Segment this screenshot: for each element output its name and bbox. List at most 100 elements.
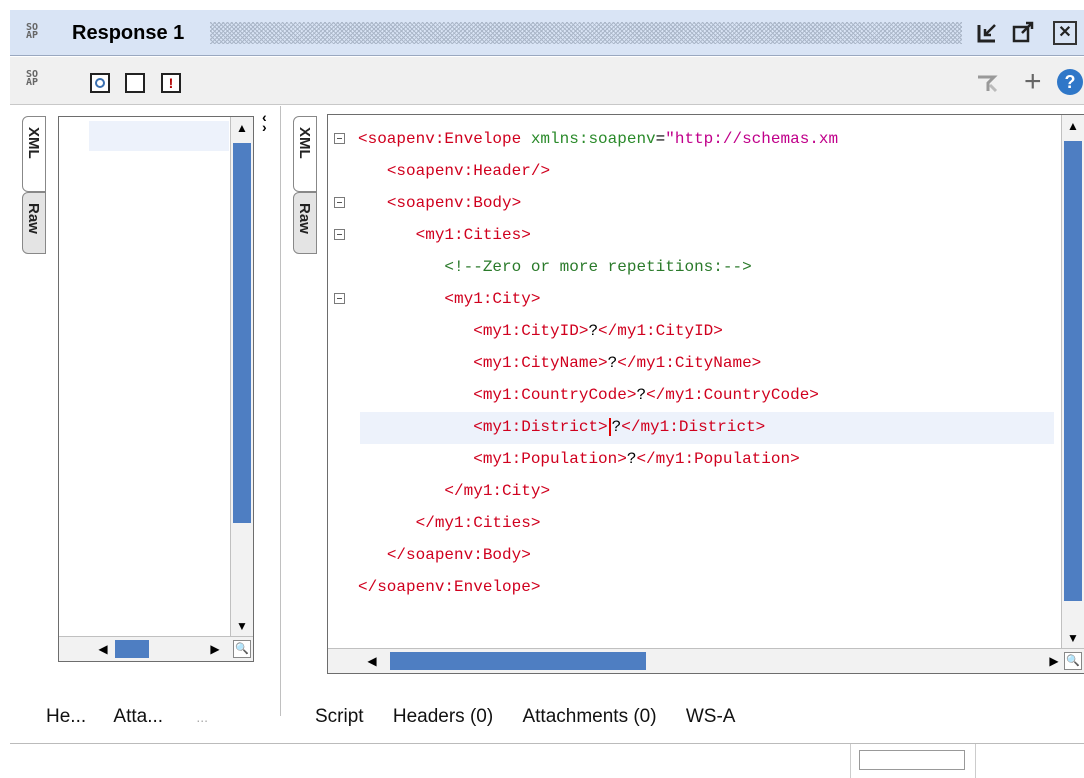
tab-raw[interactable]: Raw — [293, 192, 317, 254]
code-line[interactable]: <my1:Population>?</my1:Population> — [358, 443, 838, 475]
status-field — [850, 744, 976, 778]
tab-attachments[interactable]: Attachments (0) — [522, 706, 656, 727]
code-token-tag: <my1:Cities> — [415, 226, 531, 244]
help-icon[interactable]: ? — [1057, 69, 1083, 95]
code-token-tag: <soapenv:Body> — [386, 194, 522, 212]
code-token-txt: ? — [636, 386, 647, 404]
status-bar — [10, 743, 1084, 778]
tool-icon[interactable] — [976, 75, 998, 98]
code-token-attr: xmlns:soapenv — [530, 130, 656, 148]
checkbox-icon[interactable] — [125, 73, 145, 93]
horizontal-scrollbar[interactable]: ◀ ▶ 🔍 — [59, 636, 253, 661]
scroll-thumb[interactable] — [1064, 141, 1082, 601]
scroll-thumb[interactable] — [233, 143, 251, 523]
code-line[interactable]: <my1:Cities> — [358, 219, 838, 251]
scroll-thumb[interactable] — [115, 640, 149, 658]
tab-more[interactable]: ... — [196, 709, 208, 725]
tab-xml[interactable]: XML — [293, 116, 317, 192]
tab-headers[interactable]: Headers (0) — [393, 706, 493, 727]
code-token-txt: ? — [607, 354, 618, 372]
xml-code: <soapenv:Envelope xmlns:soapenv="http://… — [358, 123, 838, 603]
horizontal-scrollbar[interactable]: ◀ ▶ 🔍 — [328, 648, 1084, 673]
scroll-left-icon[interactable]: ◀ — [93, 637, 113, 661]
close-icon[interactable]: ✕ — [1053, 21, 1077, 45]
window-title: Response 1 — [72, 22, 185, 44]
code-token-tag: <my1:CountryCode> — [473, 386, 637, 404]
code-line[interactable]: <my1:District> ?</my1:District> — [358, 411, 838, 443]
code-token-tag: <my1:City> — [444, 290, 541, 308]
code-token-tag: <my1:CityID> — [473, 322, 589, 340]
add-icon[interactable]: + — [1024, 65, 1042, 99]
tab-raw[interactable]: Raw — [22, 192, 46, 254]
scroll-up-icon[interactable]: ▲ — [231, 117, 253, 139]
code-line[interactable]: <my1:City> — [358, 283, 838, 315]
code-line[interactable]: </soapenv:Body> — [358, 539, 838, 571]
scroll-down-icon[interactable]: ▼ — [231, 615, 253, 637]
code-line[interactable]: <soapenv:Header/> — [358, 155, 838, 187]
fold-collapse-icon[interactable] — [334, 293, 345, 304]
code-line[interactable]: </my1:Cities> — [358, 507, 838, 539]
soapui-logo-icon: SO AP — [26, 69, 39, 88]
vertical-scrollbar[interactable]: ▲ ▼ — [230, 117, 253, 637]
tab-attachments[interactable]: Atta... — [113, 706, 163, 727]
code-line[interactable]: <soapenv:Envelope xmlns:soapenv="http://… — [358, 123, 838, 155]
code-token-tag: <my1:Population> — [473, 450, 627, 468]
code-token-tag: <my1:CityName> — [473, 354, 608, 372]
code-line[interactable]: <my1:CountryCode>?</my1:CountryCode> — [358, 379, 838, 411]
code-line[interactable]: </soapenv:Envelope> — [358, 571, 838, 603]
current-line-highlight — [89, 121, 229, 151]
tab-script[interactable]: Script — [315, 706, 364, 727]
code-token-val: "http://schemas.xm — [665, 130, 839, 148]
code-line[interactable]: <my1:CityID>?</my1:CityID> — [358, 315, 838, 347]
splitter-collapse-icon[interactable]: ‹ › — [262, 110, 267, 134]
text-cursor — [608, 417, 611, 436]
code-token-txt: ? — [588, 322, 599, 340]
tab-headers[interactable]: He... — [46, 706, 86, 727]
fold-collapse-icon[interactable] — [334, 229, 345, 240]
fold-collapse-icon[interactable] — [334, 197, 345, 208]
xml-editor[interactable]: <soapenv:Envelope xmlns:soapenv="http://… — [327, 114, 1084, 674]
tab-xml[interactable]: XML — [22, 116, 46, 192]
maximize-icon[interactable] — [1010, 20, 1036, 46]
code-token-cmt: <!--Zero or more repetitions:--> — [444, 258, 752, 276]
scroll-right-icon[interactable]: ▶ — [1044, 649, 1064, 673]
code-token-tag: </my1:CountryCode> — [646, 386, 819, 404]
code-token-tag: </my1:CityID> — [598, 322, 723, 340]
scroll-left-icon[interactable]: ◀ — [362, 649, 382, 673]
code-line[interactable]: </my1:City> — [358, 475, 838, 507]
code-token-txt: = — [655, 130, 666, 148]
tab-ws-a[interactable]: WS-A — [686, 706, 736, 727]
code-line[interactable]: <!--Zero or more repetitions:--> — [358, 251, 838, 283]
scroll-thumb[interactable] — [390, 652, 646, 670]
minimize-icon[interactable] — [974, 20, 1000, 46]
left-editor-pane: XML Raw ▲ ▼ ◀ ▶ 🔍 He... Atta... ... — [10, 106, 270, 727]
code-token-txt: ? — [626, 450, 637, 468]
code-token-tag: </my1:CityName> — [617, 354, 762, 372]
titlebar-drag-area[interactable] — [210, 22, 962, 44]
refresh-icon[interactable] — [90, 73, 110, 93]
vertical-scrollbar[interactable]: ▲ ▼ — [1061, 115, 1084, 649]
scroll-down-icon[interactable]: ▼ — [1062, 627, 1084, 649]
zoom-icon[interactable]: 🔍 — [233, 640, 251, 658]
status-progress — [859, 750, 965, 770]
left-editor[interactable]: ▲ ▼ ◀ ▶ 🔍 — [58, 116, 254, 662]
scroll-up-icon[interactable]: ▲ — [1062, 115, 1084, 137]
fold-gutter — [328, 123, 350, 623]
fold-collapse-icon[interactable] — [334, 133, 345, 144]
code-line[interactable]: <my1:CityName>?</my1:CityName> — [358, 347, 838, 379]
code-token-tag: </my1:Cities> — [415, 514, 541, 532]
error-icon[interactable]: ! — [161, 73, 181, 93]
window-titlebar: SO AP Response 1 ✕ — [10, 10, 1084, 56]
code-line[interactable]: <soapenv:Body> — [358, 187, 838, 219]
zoom-icon[interactable]: 🔍 — [1064, 652, 1082, 670]
scroll-right-icon[interactable]: ▶ — [205, 637, 225, 661]
